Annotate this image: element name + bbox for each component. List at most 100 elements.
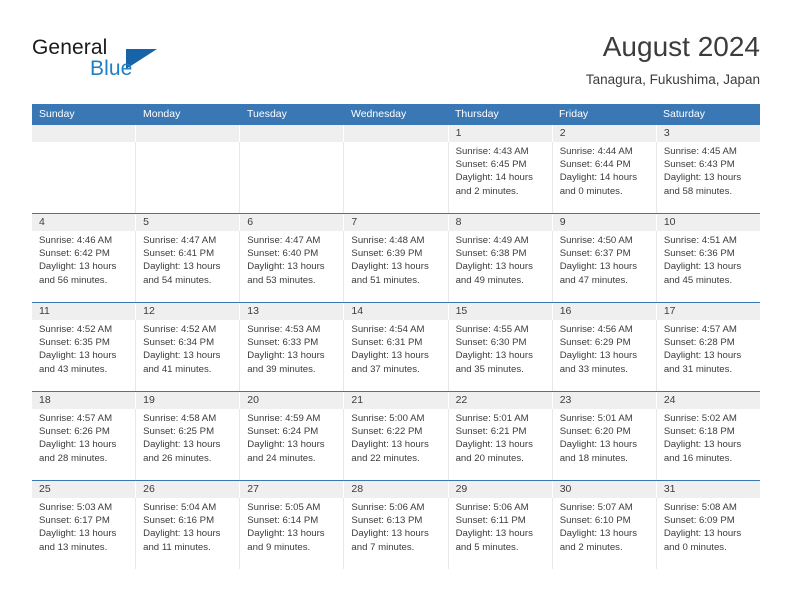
day-number-9[interactable]: 9 (553, 214, 657, 231)
day-number-empty (240, 125, 345, 142)
day-number-6[interactable]: 6 (240, 214, 345, 231)
day-number-26[interactable]: 26 (136, 481, 241, 498)
daylight-duration-line1: Daylight: 13 hours (247, 439, 325, 451)
day-cell-26[interactable]: Sunrise: 5:04 AM Sunset: 6:16 PM Daylight:… (136, 498, 241, 569)
daylight-duration-line2: and 9 minutes. (247, 541, 311, 553)
day-cell-16[interactable]: Sunrise: 4:56 AM Sunset: 6:29 PM Daylight:… (553, 320, 657, 391)
day-number-25[interactable]: 25 (32, 481, 137, 498)
daylight-duration-line2: and 24 minutes. (247, 452, 316, 464)
day-number-7[interactable]: 7 (344, 214, 449, 231)
day-cell-25[interactable]: Sunrise: 5:03 AM Sunset: 6:17 PM Daylight:… (32, 498, 137, 569)
day-cell-28[interactable]: Sunrise: 5:06 AM Sunset: 6:13 PM Daylight:… (344, 498, 449, 569)
day-number-1[interactable]: 1 (449, 125, 553, 142)
day-cell-21[interactable]: Sunrise: 5:00 AM Sunset: 6:22 PM Daylight:… (344, 409, 449, 480)
day-cell-17[interactable]: Sunrise: 4:57 AM Sunset: 6:28 PM Daylight:… (657, 320, 760, 391)
day-number-27[interactable]: 27 (240, 481, 345, 498)
day-number-21[interactable]: 21 (344, 392, 449, 409)
sunset-time: Sunset: 6:43 PM (663, 159, 735, 171)
day-cell-6[interactable]: Sunrise: 4:47 AM Sunset: 6:40 PM Daylight:… (240, 231, 345, 302)
sunset-time: Sunset: 6:25 PM (143, 426, 215, 438)
daylight-duration-line1: Daylight: 13 hours (39, 528, 117, 540)
day-number-23[interactable]: 23 (553, 392, 657, 409)
daylight-duration-line1: Daylight: 13 hours (351, 261, 429, 273)
day-number-12[interactable]: 12 (136, 303, 241, 320)
day-cell-31[interactable]: Sunrise: 5:08 AM Sunset: 6:09 PM Daylight:… (657, 498, 760, 569)
day-cell-empty (136, 142, 241, 213)
day-number-20[interactable]: 20 (240, 392, 345, 409)
day-cell-15[interactable]: Sunrise: 4:55 AM Sunset: 6:30 PM Daylight:… (449, 320, 553, 391)
sunset-time: Sunset: 6:30 PM (455, 337, 527, 349)
day-cell-30[interactable]: Sunrise: 5:07 AM Sunset: 6:10 PM Daylight:… (553, 498, 657, 569)
daylight-duration-line1: Daylight: 13 hours (39, 350, 117, 362)
daylight-duration-line1: Daylight: 13 hours (663, 439, 742, 451)
day-cell-20[interactable]: Sunrise: 4:59 AM Sunset: 6:24 PM Daylight:… (240, 409, 345, 480)
day-number-14[interactable]: 14 (344, 303, 449, 320)
day-number-10[interactable]: 10 (657, 214, 760, 231)
daylight-duration-line1: Daylight: 13 hours (143, 528, 221, 540)
sunset-time: Sunset: 6:26 PM (39, 426, 110, 438)
day-number-16[interactable]: 16 (553, 303, 657, 320)
daylight-duration-line2: and 13 minutes. (39, 541, 108, 553)
day-number-22[interactable]: 22 (449, 392, 553, 409)
sunrise-time: Sunrise: 4:47 AM (247, 235, 321, 246)
weekday-header-wednesday: Wednesday (351, 108, 407, 120)
day-number-8[interactable]: 8 (449, 214, 553, 231)
day-cell-3[interactable]: Sunrise: 4:45 AM Sunset: 6:43 PM Daylight:… (657, 142, 760, 213)
day-cell-14[interactable]: Sunrise: 4:54 AM Sunset: 6:31 PM Daylight:… (344, 320, 449, 391)
daylight-duration-line1: Daylight: 14 hours (559, 172, 638, 184)
daylight-duration-line2: and 51 minutes. (351, 274, 420, 286)
day-number-19[interactable]: 19 (136, 392, 241, 409)
daylight-duration-line2: and 20 minutes. (455, 452, 524, 464)
sunset-time: Sunset: 6:38 PM (455, 248, 527, 260)
day-number-15[interactable]: 15 (449, 303, 553, 320)
day-cell-18[interactable]: Sunrise: 4:57 AM Sunset: 6:26 PM Daylight:… (32, 409, 137, 480)
day-number-5[interactable]: 5 (136, 214, 241, 231)
day-number-18[interactable]: 18 (32, 392, 137, 409)
day-cell-7[interactable]: Sunrise: 4:48 AM Sunset: 6:39 PM Daylight:… (344, 231, 449, 302)
daylight-duration-line2: and 28 minutes. (39, 452, 108, 464)
day-number-17[interactable]: 17 (657, 303, 760, 320)
daylight-duration-line1: Daylight: 13 hours (559, 350, 638, 362)
daylight-duration-line2: and 2 minutes. (455, 185, 519, 197)
day-cell-19[interactable]: Sunrise: 4:58 AM Sunset: 6:25 PM Daylight:… (136, 409, 241, 480)
day-cell-8[interactable]: Sunrise: 4:49 AM Sunset: 6:38 PM Daylight:… (449, 231, 553, 302)
day-cell-29[interactable]: Sunrise: 5:06 AM Sunset: 6:11 PM Daylight:… (449, 498, 553, 569)
sunset-time: Sunset: 6:33 PM (247, 337, 319, 349)
day-number-30[interactable]: 30 (553, 481, 657, 498)
day-number-13[interactable]: 13 (240, 303, 345, 320)
day-number-4[interactable]: 4 (32, 214, 137, 231)
day-number-31[interactable]: 31 (657, 481, 760, 498)
day-cell-12[interactable]: Sunrise: 4:52 AM Sunset: 6:34 PM Daylight:… (136, 320, 241, 391)
daylight-duration-line2: and 7 minutes. (351, 541, 415, 553)
daylight-duration-line2: and 56 minutes. (39, 274, 108, 286)
day-cell-23[interactable]: Sunrise: 5:01 AM Sunset: 6:20 PM Daylight:… (553, 409, 657, 480)
day-cell-9[interactable]: Sunrise: 4:50 AM Sunset: 6:37 PM Daylight:… (553, 231, 657, 302)
calendar-week-row: 18 19 20 21 22 23 24 Sunrise: 4:57 AM Sunset: 6:… (32, 391, 760, 480)
general-blue-logo[interactable]: General Blue (32, 36, 212, 84)
day-cell-1[interactable]: Sunrise: 4:43 AM Sunset: 6:45 PM Daylight:… (449, 142, 553, 213)
day-cell-24[interactable]: Sunrise: 5:02 AM Sunset: 6:18 PM Daylight:… (657, 409, 760, 480)
day-number-24[interactable]: 24 (657, 392, 760, 409)
day-cell-22[interactable]: Sunrise: 5:01 AM Sunset: 6:21 PM Daylight:… (449, 409, 553, 480)
day-cell-11[interactable]: Sunrise: 4:52 AM Sunset: 6:35 PM Daylight:… (32, 320, 137, 391)
day-number-11[interactable]: 11 (32, 303, 137, 320)
day-cell-2[interactable]: Sunrise: 4:44 AM Sunset: 6:44 PM Daylight:… (553, 142, 657, 213)
day-cell-27[interactable]: Sunrise: 5:05 AM Sunset: 6:14 PM Daylight:… (240, 498, 345, 569)
weekday-header-thursday: Thursday (455, 108, 499, 120)
weekday-header-friday: Friday (559, 108, 589, 120)
day-number-2[interactable]: 2 (553, 125, 657, 142)
sunset-time: Sunset: 6:44 PM (559, 159, 631, 171)
weekday-header-row: Sunday Monday Tuesday Wednesday Thursday Frid… (32, 104, 760, 125)
sunrise-time: Sunrise: 4:57 AM (663, 324, 737, 335)
day-number-28[interactable]: 28 (344, 481, 449, 498)
day-cell-13[interactable]: Sunrise: 4:53 AM Sunset: 6:33 PM Daylight:… (240, 320, 345, 391)
day-cell-5[interactable]: Sunrise: 4:47 AM Sunset: 6:41 PM Daylight:… (136, 231, 241, 302)
sunrise-time: Sunrise: 5:01 AM (559, 413, 633, 424)
day-number-3[interactable]: 3 (657, 125, 760, 142)
day-cell-4[interactable]: Sunrise: 4:46 AM Sunset: 6:42 PM Daylight:… (32, 231, 137, 302)
day-number-29[interactable]: 29 (449, 481, 553, 498)
calendar-page: General Blue August 2024 Tanagura, Fukus… (0, 0, 792, 612)
daylight-duration-line1: Daylight: 13 hours (559, 261, 638, 273)
day-cell-10[interactable]: Sunrise: 4:51 AM Sunset: 6:36 PM Daylight:… (657, 231, 760, 302)
daylight-duration-line2: and 33 minutes. (559, 363, 628, 375)
